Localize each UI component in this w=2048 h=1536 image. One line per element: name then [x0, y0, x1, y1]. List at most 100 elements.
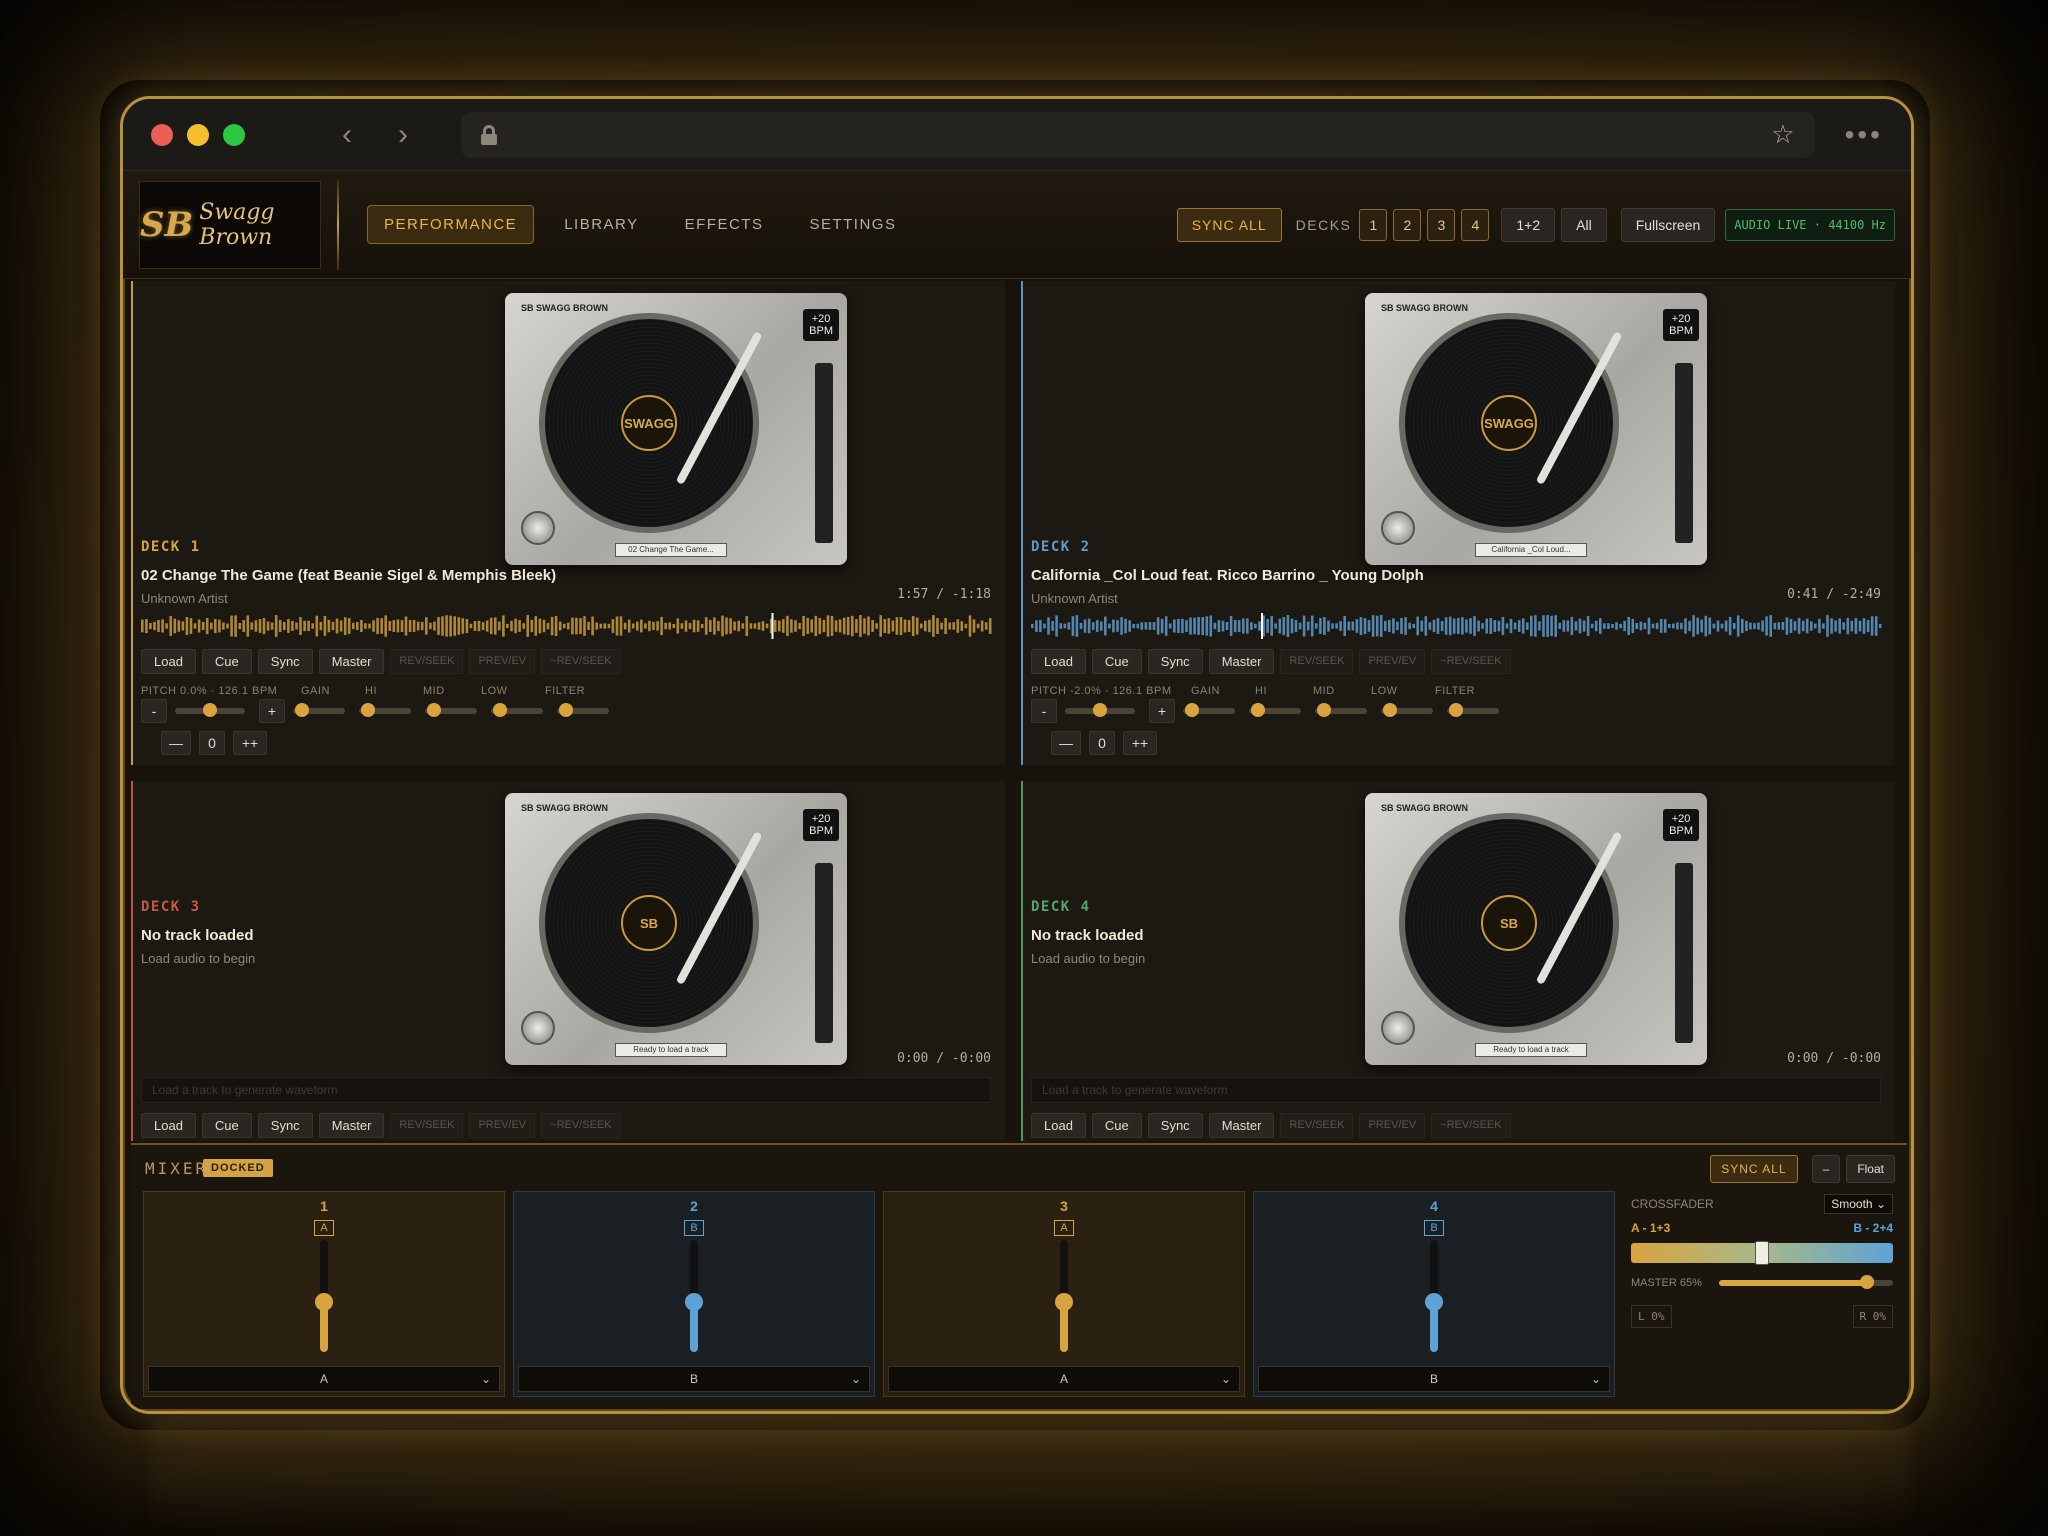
master-knob[interactable] [1859, 1275, 1874, 1289]
start-stop-knob[interactable] [1381, 511, 1415, 545]
sync-button[interactable]: Sync [257, 649, 313, 674]
pitch-plus-button[interactable]: + [1149, 699, 1175, 723]
load-button[interactable]: Load [1031, 1113, 1086, 1138]
load-button[interactable]: Load [1031, 649, 1086, 674]
master-button[interactable]: Master [1208, 649, 1275, 674]
low-slider[interactable] [1381, 703, 1433, 717]
minimize-window-button[interactable] [187, 123, 209, 146]
sync-all-button[interactable]: SYNC ALL [1176, 207, 1282, 242]
pitch-minus-button[interactable]: - [141, 699, 167, 723]
tab-settings[interactable]: SETTINGS [793, 206, 912, 243]
filter-slider[interactable] [557, 703, 609, 717]
prev-rev-button[interactable]: PREV/EV [469, 1113, 536, 1138]
waveform[interactable] [1031, 613, 1883, 639]
mixer-float-button[interactable]: Float [1846, 1155, 1895, 1183]
gain-slider[interactable] [293, 703, 345, 717]
pitch-slot[interactable] [815, 363, 833, 543]
mid-slider[interactable] [425, 703, 477, 717]
tab-library[interactable]: LIBRARY [548, 206, 654, 243]
sync-button[interactable]: Sync [257, 1113, 313, 1138]
cue-button[interactable]: Cue [201, 649, 252, 674]
nudge-forward-button[interactable]: ++ [1123, 731, 1157, 755]
channel-fader[interactable] [685, 1240, 703, 1352]
address-bar[interactable]: ☆ [461, 111, 1815, 158]
channel-assign-select[interactable]: A ⌄ [148, 1366, 500, 1392]
deck-3-button[interactable]: 3 [1427, 208, 1456, 241]
master-slider[interactable] [1719, 1275, 1893, 1289]
platter[interactable]: SWAGG [539, 313, 759, 533]
platter[interactable]: SWAGG [1399, 313, 1619, 533]
pitch-minus-button[interactable]: - [1031, 699, 1057, 723]
all-decks-button[interactable]: All [1561, 207, 1607, 242]
waveform-placeholder[interactable]: Load a track to generate waveform [141, 1077, 991, 1103]
channel-fader[interactable] [1425, 1240, 1443, 1352]
nudge-reset-button[interactable]: 0 [199, 731, 225, 755]
tab-performance[interactable]: PERFORMANCE [367, 205, 535, 244]
load-button[interactable]: Load [141, 1113, 196, 1138]
start-stop-knob[interactable] [521, 1011, 555, 1045]
nudge-back-button[interactable]: — [161, 731, 191, 755]
rev-seek-alt-button[interactable]: ~REV/SEEK [541, 1113, 621, 1138]
rev-seek-button[interactable]: REV/SEEK [1280, 1113, 1354, 1138]
prev-rev-button[interactable]: PREV/EV [1359, 1113, 1426, 1138]
close-window-button[interactable] [151, 123, 173, 146]
platter[interactable]: SB [1399, 813, 1619, 1033]
sync-button[interactable]: Sync [1147, 649, 1203, 674]
pitch-slider[interactable] [1065, 703, 1135, 717]
mixer-sync-all-button[interactable]: SYNC ALL [1710, 1155, 1798, 1183]
rev-seek-alt-button[interactable]: ~REV/SEEK [1431, 649, 1511, 674]
channel-fader[interactable] [315, 1240, 333, 1352]
pitch-slot[interactable] [1675, 863, 1693, 1043]
turntable[interactable]: SB SWAGG BROWN SWAGG +20 BPM California _… [1365, 293, 1707, 565]
master-button[interactable]: Master [318, 649, 385, 674]
tab-effects[interactable]: EFFECTS [669, 206, 780, 243]
fullscreen-button[interactable]: Fullscreen [1620, 207, 1716, 242]
forward-icon[interactable]: › [375, 118, 431, 152]
rev-seek-alt-button[interactable]: ~REV/SEEK [1431, 1113, 1511, 1138]
nudge-back-button[interactable]: — [1051, 731, 1081, 755]
start-stop-knob[interactable] [521, 511, 555, 545]
turntable[interactable]: SB SWAGG BROWN SWAGG +20 BPM 02 Change Th… [505, 293, 847, 565]
mixer-minimize-button[interactable]: – [1811, 1155, 1841, 1183]
gain-slider[interactable] [1183, 703, 1235, 717]
load-button[interactable]: Load [141, 649, 196, 674]
pitch-slot[interactable] [1675, 363, 1693, 543]
maximize-window-button[interactable] [223, 123, 245, 146]
brand-logo[interactable]: SB Swagg Brown [139, 180, 321, 269]
fader-knob[interactable] [315, 1292, 333, 1311]
channel-assign-select[interactable]: A ⌄ [888, 1366, 1240, 1392]
platter[interactable]: SB [539, 813, 759, 1033]
cue-button[interactable]: Cue [201, 1113, 252, 1138]
master-button[interactable]: Master [318, 1113, 385, 1138]
mid-slider[interactable] [1315, 703, 1367, 717]
low-slider[interactable] [491, 703, 543, 717]
cue-button[interactable]: Cue [1091, 1113, 1142, 1138]
back-icon[interactable]: ‹ [319, 118, 375, 152]
pitch-slider[interactable] [175, 703, 245, 717]
filter-slider[interactable] [1447, 703, 1499, 717]
channel-fader[interactable] [1055, 1240, 1073, 1352]
channel-assign-select[interactable]: B ⌄ [518, 1366, 870, 1392]
waveform-placeholder[interactable]: Load a track to generate waveform [1031, 1077, 1881, 1103]
more-icon[interactable]: ••• [1845, 119, 1883, 151]
pitch-plus-button[interactable]: + [259, 699, 285, 723]
channel-assign-select[interactable]: B ⌄ [1258, 1366, 1610, 1392]
master-button[interactable]: Master [1208, 1113, 1275, 1138]
rev-seek-button[interactable]: REV/SEEK [390, 649, 464, 674]
sync-button[interactable]: Sync [1147, 1113, 1203, 1138]
fader-knob[interactable] [1425, 1292, 1443, 1311]
deck-2-button[interactable]: 2 [1393, 208, 1422, 241]
bookmark-star-icon[interactable]: ☆ [1771, 119, 1794, 150]
waveform[interactable] [141, 613, 993, 639]
deck-4-button[interactable]: 4 [1461, 208, 1490, 241]
pitch-slot[interactable] [815, 863, 833, 1043]
crossfader-knob[interactable] [1755, 1241, 1769, 1265]
fader-knob[interactable] [1055, 1292, 1073, 1311]
crossfader-mode-select[interactable]: Smooth ⌄ [1824, 1194, 1893, 1214]
nudge-reset-button[interactable]: 0 [1089, 731, 1115, 755]
cue-button[interactable]: Cue [1091, 649, 1142, 674]
prev-rev-button[interactable]: PREV/EV [1359, 649, 1426, 674]
prev-rev-button[interactable]: PREV/EV [469, 649, 536, 674]
deck-1-button[interactable]: 1 [1359, 208, 1388, 241]
hi-slider[interactable] [1249, 703, 1301, 717]
